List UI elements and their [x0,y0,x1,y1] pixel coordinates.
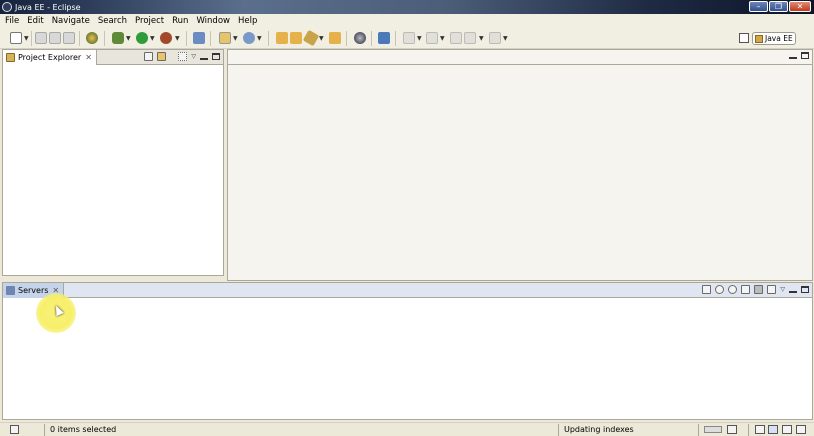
web-services-icon[interactable] [354,32,366,44]
run-icon[interactable] [136,32,148,44]
run-on-server-icon[interactable] [378,32,390,44]
forward-icon[interactable] [489,32,501,44]
menu-project[interactable]: Project [134,16,169,26]
debug-icon[interactable] [112,32,124,44]
new-class-icon[interactable] [243,32,255,44]
save-icon[interactable] [35,32,47,44]
progress-view-icon[interactable] [727,425,737,434]
publish-icon[interactable] [767,285,777,294]
java-ee-perspective-icon [755,34,763,43]
menu-window[interactable]: Window [195,16,235,26]
tab-project-explorer-label: Project Explorer [18,53,82,62]
menu-file[interactable]: File [4,16,24,26]
previous-annotation-icon[interactable] [426,32,438,44]
start-server-debug-icon[interactable] [715,285,725,294]
fast-view-bar-icon[interactable] [755,425,765,434]
open-perspective-icon[interactable] [739,33,749,43]
project-explorer-view: Project Explorer ✕ ▽ [2,49,224,276]
maximize-icon[interactable] [796,425,806,434]
maximize-window-button[interactable]: ❐ [769,1,788,12]
java-ee-perspective-button[interactable]: Java EE [752,32,796,45]
view-menu-icon[interactable]: ▽ [191,53,196,60]
forward-dropdown-icon[interactable]: ▼ [503,35,508,42]
restore-icon[interactable] [768,425,778,434]
tab-servers-label: Servers [18,286,49,295]
save-all-icon[interactable] [49,32,61,44]
fast-view-icon[interactable] [10,425,19,434]
open-type-icon[interactable] [276,32,288,44]
perspective-label: Java EE [765,34,793,43]
external-tools-icon[interactable] [160,32,172,44]
minimize-icon[interactable] [789,56,797,59]
last-edit-location-icon[interactable] [450,32,462,44]
collapse-all-icon[interactable] [702,285,712,294]
progress-bar [704,426,722,433]
new-package-dropdown-icon[interactable]: ▼ [233,35,238,42]
print-icon[interactable] [63,32,75,44]
new-wizard-icon[interactable] [10,32,22,44]
external-tools-dropdown-icon[interactable]: ▼ [175,35,180,42]
toggle-breakpoint-icon[interactable] [86,32,98,44]
menu-run[interactable]: Run [171,16,193,26]
open-web-browser-icon[interactable] [329,32,341,44]
maximize-icon[interactable] [801,52,809,59]
servers-view: Servers ✕ ▽ [2,282,813,420]
menu-search[interactable]: Search [97,16,132,26]
maximize-icon[interactable] [212,53,220,60]
new-class-dropdown-icon[interactable]: ▼ [257,35,262,42]
filter-icon[interactable] [178,52,188,61]
run-dropdown-icon[interactable]: ▼ [150,35,155,42]
main-toolbar: ▼ ▼ ▼ ▼ ▼ ▼ ▼ ▼ ▼ ▼ ▼ Java EE [0,28,814,49]
minimize-icon[interactable] [200,57,208,60]
view-menu-icon[interactable]: ▽ [780,286,785,293]
previous-annotation-dropdown-icon[interactable]: ▼ [440,35,445,42]
eclipse-logo-icon [2,2,12,12]
project-explorer-icon [6,53,15,62]
next-annotation-dropdown-icon[interactable]: ▼ [417,35,422,42]
tab-project-explorer[interactable]: Project Explorer ✕ [3,50,97,65]
menu-navigate[interactable]: Navigate [51,16,95,26]
servers-icon [6,286,15,295]
editor-area [227,49,813,281]
back-icon[interactable] [464,32,476,44]
back-dropdown-icon[interactable]: ▼ [479,35,484,42]
search-icon[interactable] [302,29,320,47]
maximize-icon[interactable] [801,286,809,293]
new-server-icon[interactable] [193,32,205,44]
close-icon[interactable]: ✕ [85,53,92,62]
next-annotation-icon[interactable] [403,32,415,44]
window-title: Java EE - Eclipse [15,2,81,12]
minimized-view-icon[interactable] [782,425,792,434]
menu-bar: File Edit Navigate Search Project Run Wi… [0,14,814,28]
start-server-icon[interactable] [728,285,738,294]
debug-dropdown-icon[interactable]: ▼ [126,35,131,42]
collapse-all-icon[interactable] [144,52,154,61]
servers-header: Servers ✕ ▽ [3,283,812,298]
link-with-editor-icon[interactable] [157,52,167,61]
progress-status: Updating indexes [564,425,634,434]
selection-status: 0 items selected [50,425,117,434]
new-dropdown-icon[interactable]: ▼ [24,35,29,42]
search-dropdown-icon[interactable]: ▼ [319,35,324,42]
menu-edit[interactable]: Edit [26,16,48,26]
project-explorer-header: Project Explorer ✕ ▽ [3,50,223,65]
minimize-icon[interactable] [789,290,797,293]
stop-server-icon[interactable] [754,285,764,294]
new-package-icon[interactable] [219,32,231,44]
profile-server-icon[interactable] [741,285,751,294]
menu-help[interactable]: Help [237,16,262,26]
open-task-icon[interactable] [290,32,302,44]
close-window-button[interactable]: ✕ [789,1,811,12]
status-bar: 0 items selected Updating indexes [0,422,814,436]
minimize-window-button[interactable]: – [749,1,768,12]
window-title-bar: Java EE - Eclipse – ❐ ✕ [0,0,814,14]
